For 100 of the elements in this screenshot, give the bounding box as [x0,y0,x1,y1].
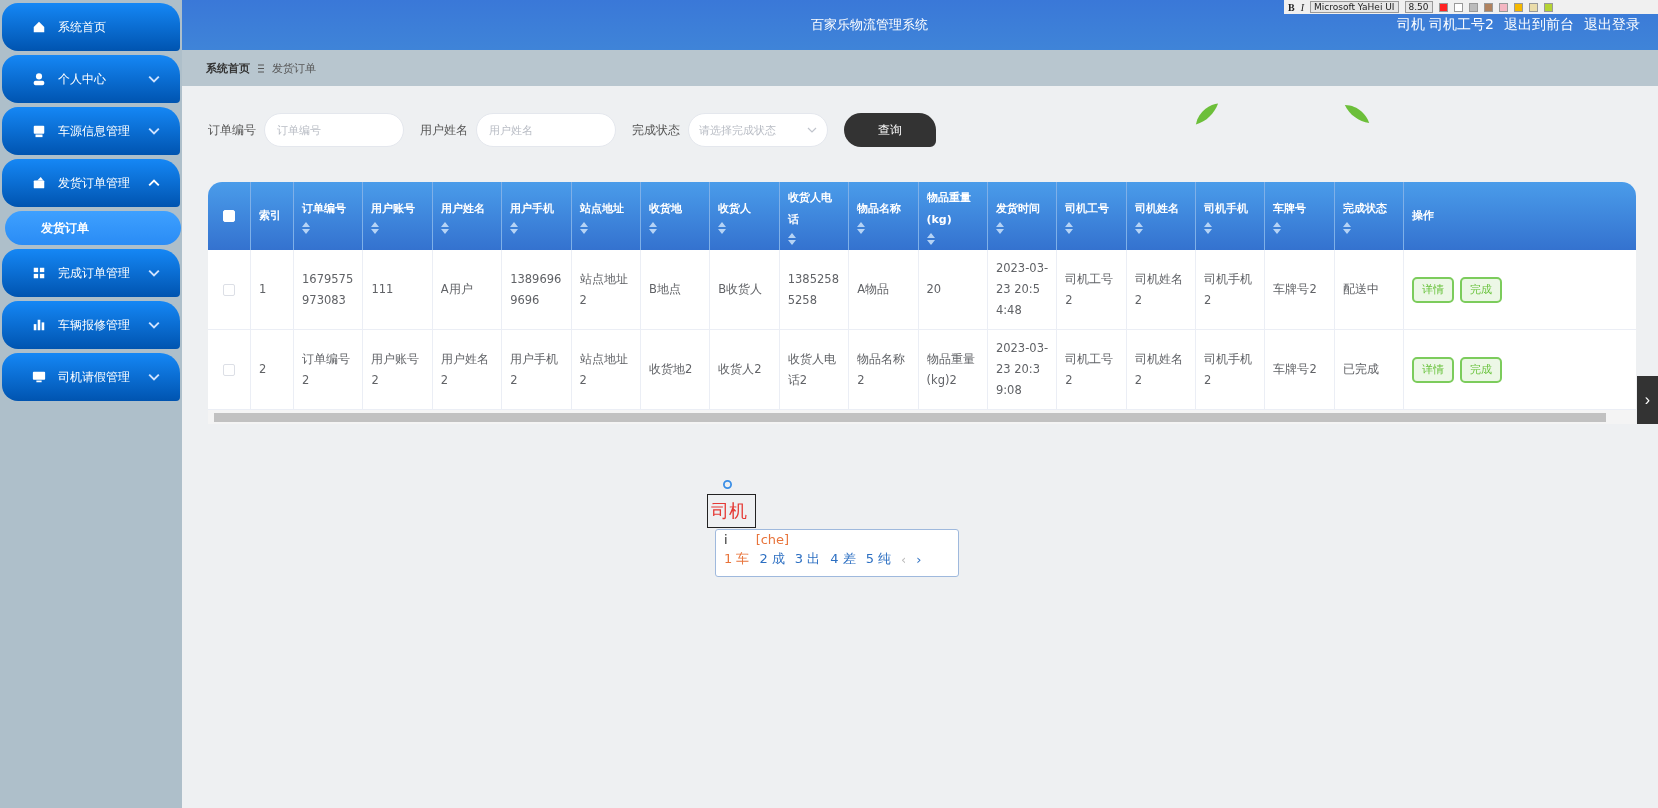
grid-icon [32,266,46,280]
color-swatch[interactable] [1513,2,1523,12]
sort-icon[interactable] [718,222,727,234]
horizontal-scrollbar[interactable] [208,410,1636,424]
sidebar-label: 车源信息管理 [58,122,131,140]
table-cell: 配送中 [1334,250,1405,329]
table-cell: 收货地2 [640,330,711,409]
text-box[interactable]: 司机 [707,494,756,528]
sidebar-item[interactable]: 车源信息管理 [2,107,180,155]
sort-icon[interactable] [1134,222,1143,234]
column-header[interactable]: 完成状态 [1334,182,1405,250]
column-header[interactable]: 收货人 [710,182,780,250]
sort-icon[interactable] [857,222,866,234]
sidebar-item[interactable]: 发货订单管理 [2,159,180,207]
chevron-down-icon [148,373,160,381]
color-swatch[interactable] [1468,2,1478,12]
color-swatch[interactable] [1528,2,1538,12]
field-label: 用户姓名 [420,121,468,139]
select-all-checkbox[interactable] [223,210,235,222]
column-header: 索引 [251,182,294,250]
sort-icon[interactable] [579,222,588,234]
search-field[interactable]: 用户姓名 [476,113,616,147]
ime-candidate[interactable]: 5 纯 [865,550,892,568]
table-cell: 司机手机2 [1196,250,1266,329]
table-cell: 物品重量(kg)2 [918,330,988,409]
column-header[interactable]: 司机姓名 [1126,182,1197,250]
sort-icon[interactable] [648,222,657,234]
column-header[interactable]: 物品名称 [849,182,919,250]
ime-candidate[interactable]: 3 出 [794,550,821,568]
table-cell: 2 [251,330,294,409]
sort-icon[interactable] [1204,222,1213,234]
column-header[interactable]: 司机手机 [1196,182,1266,250]
column-header[interactable]: 订单编号 [294,182,364,250]
sidebar-item[interactable]: 完成订单管理 [2,249,180,297]
column-header[interactable]: 发货时间 [987,182,1058,250]
table-cell: 司机工号2 [1057,330,1127,409]
sort-icon[interactable] [1065,222,1074,234]
table-cell: 司机工号2 [1057,250,1127,329]
table-cell: 订单编号2 [294,330,364,409]
sort-icon[interactable] [787,233,796,245]
sidebar-subitem[interactable]: 发货订单 [5,211,181,245]
status-select[interactable]: 请选择完成状态 [688,113,828,147]
sort-icon[interactable] [371,222,380,234]
table-cell: 司机姓名2 [1126,250,1197,329]
sort-icon[interactable] [1342,222,1351,234]
sort-icon[interactable] [302,222,310,234]
table-cell: 收货人电话2 [779,330,850,409]
row-checkbox[interactable] [223,363,235,376]
size-field[interactable]: 8.50 [1404,1,1433,13]
table-cell: B地点 [640,250,711,329]
column-header[interactable]: 收货地 [640,182,711,250]
sort-icon[interactable] [995,222,1004,234]
sort-icon[interactable] [440,222,449,234]
separator-icon [258,63,264,73]
sidebar-item[interactable]: 车辆报修管理 [2,301,180,349]
action-button[interactable]: 详情 [1412,276,1455,303]
bold-button[interactable]: B [1288,1,1295,13]
sidebar-item[interactable]: 个人中心 [2,55,180,103]
color-swatch[interactable] [1483,2,1493,12]
column-header[interactable]: 站点地址 [571,182,641,250]
side-tab[interactable]: › [1637,376,1658,424]
column-header[interactable]: 车牌号 [1265,182,1335,250]
color-swatch[interactable] [1438,2,1448,12]
action-button[interactable]: 详情 [1412,356,1455,383]
sort-icon[interactable] [1273,222,1282,234]
column-header[interactable]: 收货人电话 [779,182,850,250]
action-button[interactable]: 完成 [1460,356,1503,383]
header-link[interactable]: 退出到前台 [1504,16,1574,34]
table-cell: 站点地址2 [571,330,641,409]
row-checkbox[interactable] [223,283,235,296]
table-cell: 车牌号2 [1265,250,1335,329]
action-button[interactable]: 完成 [1460,276,1503,303]
font-field[interactable]: Microsoft YaHei UI [1310,1,1399,13]
sidebar-item[interactable]: 系统首页 [2,3,180,51]
column-header[interactable]: 用户姓名 [432,182,503,250]
sort-icon[interactable] [926,233,935,245]
table-cell: 用户账号2 [363,330,433,409]
sort-icon[interactable] [510,222,519,234]
ime-prev[interactable]: ‹ [901,551,907,567]
table-cell: 物品名称2 [849,330,919,409]
ime-candidate[interactable]: 2 成 [759,550,785,568]
column-header[interactable]: 司机工号 [1057,182,1127,250]
table-cell: 2023-03-23 20:54:48 [987,250,1058,329]
chevron-down-icon [148,75,160,83]
color-swatch[interactable] [1543,2,1553,12]
search-button[interactable]: 查询 [844,113,936,147]
header-link[interactable]: 退出登录 [1584,16,1640,34]
color-swatch[interactable] [1498,2,1508,12]
ime-next[interactable]: › [916,551,922,567]
ime-candidate[interactable]: 1 车 [724,550,750,568]
breadcrumb-link[interactable]: 系统首页 [206,60,250,76]
bar-chart-icon [32,318,46,332]
ime-candidate[interactable]: 4 差 [830,550,856,568]
italic-button[interactable]: I [1300,1,1304,13]
column-header[interactable]: 用户手机 [502,182,572,250]
color-swatch[interactable] [1453,2,1463,12]
sidebar-item[interactable]: 司机请假管理 [2,353,180,401]
monitor-icon [32,370,46,384]
column-header[interactable]: 用户账号 [363,182,433,250]
column-header[interactable]: 物品重量(kg) [918,182,988,250]
